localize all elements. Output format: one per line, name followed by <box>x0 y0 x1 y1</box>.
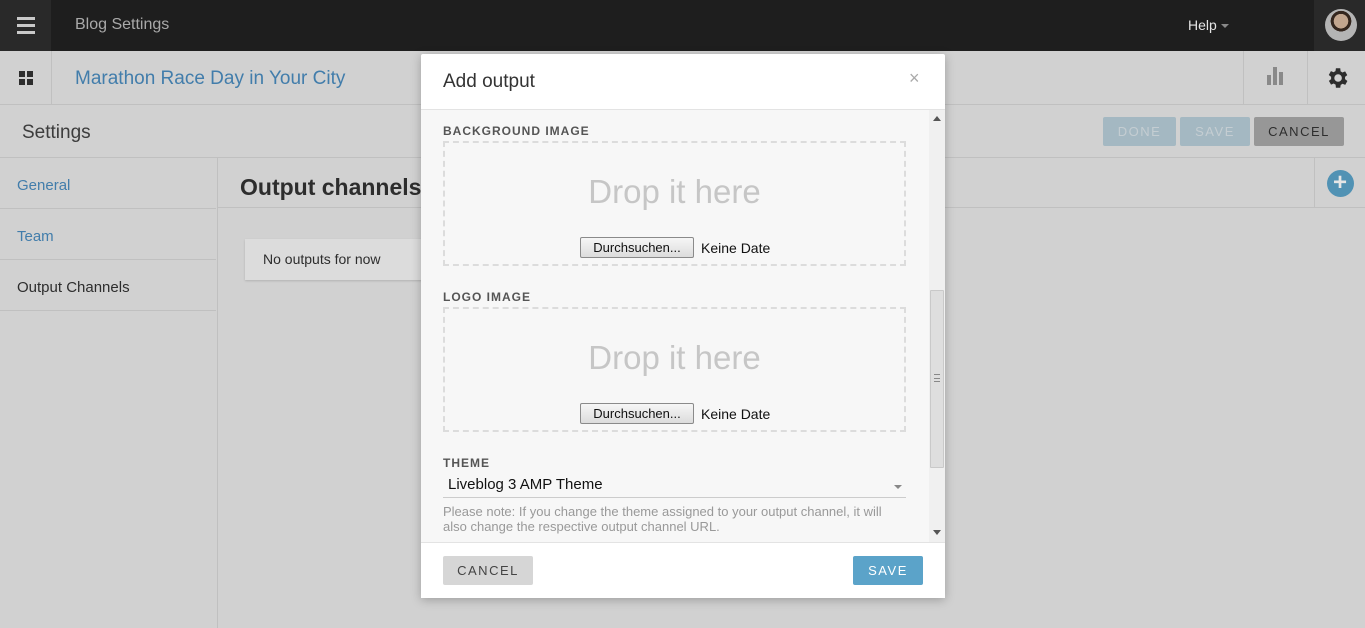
logo-image-dropzone[interactable]: Drop it here Durchsuchen... Keine Date <box>443 307 906 432</box>
theme-note: Please note: If you change the theme ass… <box>443 504 882 534</box>
drop-text: Drop it here <box>588 339 761 376</box>
logo-browse-button[interactable]: Durchsuchen... <box>580 403 694 424</box>
background-image-label: BACKGROUND IMAGE <box>443 124 590 138</box>
modal-footer: CANCEL SAVE <box>421 542 945 598</box>
modal-header: Add output × <box>421 54 945 110</box>
chevron-down-icon <box>894 485 902 489</box>
logo-file-name: Keine Date <box>701 406 771 422</box>
drop-text: Drop it here <box>588 173 761 210</box>
modal-scrollbar[interactable] <box>929 110 945 542</box>
modal-body: BACKGROUND IMAGE Drop it here Durchsuche… <box>421 110 945 542</box>
modal-cancel-button[interactable]: CANCEL <box>443 556 533 585</box>
add-output-modal: Add output × BACKGROUND IMAGE Drop it he… <box>421 54 945 598</box>
scroll-down-icon[interactable] <box>933 530 941 535</box>
background-image-dropzone[interactable]: Drop it here Durchsuchen... Keine Date <box>443 141 906 266</box>
scroll-up-icon[interactable] <box>933 116 941 121</box>
background-browse-button[interactable]: Durchsuchen... <box>580 237 694 258</box>
theme-label: THEME <box>443 456 490 470</box>
close-icon[interactable]: × <box>909 68 920 89</box>
background-file-name: Keine Date <box>701 240 771 256</box>
theme-select[interactable]: Liveblog 3 AMP Theme <box>443 474 906 498</box>
scrollbar-thumb[interactable] <box>930 290 944 468</box>
modal-title: Add output <box>443 71 535 92</box>
logo-image-label: LOGO IMAGE <box>443 290 531 304</box>
modal-save-button[interactable]: SAVE <box>853 556 923 585</box>
theme-select-value: Liveblog 3 AMP Theme <box>448 476 603 493</box>
